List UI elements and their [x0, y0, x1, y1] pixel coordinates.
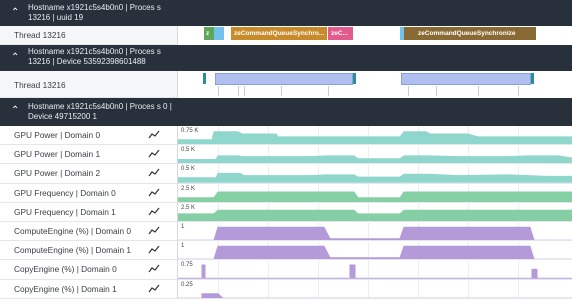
counter-track[interactable]: 0.25	[177, 279, 572, 299]
counter-area	[178, 191, 572, 202]
counter-row[interactable]: CopyEngine (%) | Domain 1 0.25	[0, 279, 572, 299]
thread-bar[interactable]	[215, 73, 353, 85]
counter-track[interactable]: 2.5 K	[177, 202, 572, 222]
group-header[interactable]: ⌃ Hostname x1921c5s4b0n0 | Proces s 1321…	[0, 45, 572, 71]
group-title: Hostname x1921c5s4b0n0 | Proces s 13216 …	[28, 47, 161, 66]
sparkline-icon[interactable]	[148, 226, 160, 236]
counter-area	[178, 226, 572, 241]
group-header[interactable]: ⌃ Hostname x1921c5s4b0n0 | Proces s 1321…	[0, 0, 572, 26]
group-header[interactable]: ⌃ Hostname x1921c5s4b0n0 | Proces s 0 | …	[0, 98, 572, 126]
counter-scale: 0.75 K	[181, 128, 199, 134]
marker[interactable]	[353, 73, 356, 84]
counter-label: GPU Frequency | Domain 1	[14, 206, 116, 217]
counter-label: GPU Power | Domain 1	[14, 149, 101, 160]
counter-scale: 0.5 K	[181, 166, 196, 173]
thread-row[interactable]: Thread 13216 z zeCommandQueueSynchro... …	[0, 26, 572, 45]
counter-area	[178, 292, 572, 298]
counter-label: GPU Frequency | Domain 0	[14, 187, 116, 198]
counter-track[interactable]: 0.75	[177, 260, 572, 280]
slice[interactable]: zeCommandQueueSynchronize	[404, 27, 536, 40]
counter-track[interactable]: 0.5 K	[177, 164, 572, 184]
counter-area	[178, 155, 572, 164]
group-title: Hostname x1921c5s4b0n0 | Proces s 0 | De…	[28, 102, 172, 121]
slice[interactable]	[214, 27, 224, 40]
thread-track[interactable]: z zeCommandQueueSynchro... zeC... zeComm…	[177, 26, 572, 45]
counter-area	[178, 264, 572, 279]
counter-label: GPU Power | Domain 2	[14, 168, 101, 179]
counter-scale: 2.5 K	[181, 204, 196, 211]
counter-scale: 1	[181, 224, 185, 230]
counter-area	[178, 173, 572, 183]
slice[interactable]: zeC...	[328, 27, 353, 40]
counter-track[interactable]: 1	[177, 241, 572, 261]
sparkline-icon[interactable]	[148, 284, 160, 294]
counter-scale: 0.75	[181, 262, 193, 269]
counter-label: GPU Power | Domain 0	[14, 130, 101, 140]
counter-label: CopyEngine (%) | Domain 0	[14, 264, 117, 275]
sparkline-icon[interactable]	[148, 245, 160, 255]
chevron-up-icon[interactable]: ⌃	[11, 51, 23, 65]
sparkline-icon[interactable]	[148, 149, 160, 159]
sparkline-icon[interactable]	[148, 207, 160, 217]
counter-scale: 1	[181, 243, 185, 250]
counter-row[interactable]: ComputeEngine (%) | Domain 1 1	[0, 241, 572, 261]
thread-label: Thread 13216	[14, 30, 66, 40]
thread-label: Thread 13216	[14, 80, 66, 90]
counter-label: ComputeEngine (%) | Domain 1	[14, 245, 131, 256]
sparkline-icon[interactable]	[148, 188, 160, 198]
marker[interactable]	[531, 73, 534, 84]
thread-bar[interactable]	[401, 73, 531, 85]
counter-scale: 0.5 K	[181, 147, 196, 154]
counter-scale: 0.25	[181, 281, 193, 288]
thread-track[interactable]	[177, 71, 572, 98]
counter-row[interactable]: CopyEngine (%) | Domain 0 0.75	[0, 260, 572, 280]
counter-track[interactable]: 1	[177, 222, 572, 242]
sparkline-icon[interactable]	[148, 264, 160, 274]
counter-row[interactable]: GPU Power | Domain 2 0.5 K	[0, 164, 572, 184]
counter-row[interactable]: GPU Power | Domain 1 0.5 K	[0, 145, 572, 165]
counter-row[interactable]: GPU Frequency | Domain 1 2.5 K	[0, 202, 572, 222]
chevron-up-icon[interactable]: ⌃	[11, 104, 23, 118]
marker[interactable]	[203, 73, 206, 84]
counter-scale: 2.5 K	[181, 185, 196, 192]
counter-area	[178, 209, 572, 221]
slice[interactable]: zeCommandQueueSynchro...	[231, 27, 327, 40]
counter-label: CopyEngine (%) | Domain 1	[14, 283, 117, 294]
counter-track[interactable]: 0.5 K	[177, 145, 572, 165]
sparkline-icon[interactable]	[148, 168, 160, 178]
counter-label: ComputeEngine (%) | Domain 0	[14, 226, 131, 236]
group-title: Hostname x1921c5s4b0n0 | Proces s 13216 …	[28, 3, 161, 22]
counter-row[interactable]: GPU Power | Domain 0 0.75 K	[0, 126, 572, 146]
counter-row[interactable]: ComputeEngine (%) | Domain 0 1	[0, 222, 572, 242]
thread-row[interactable]: Thread 13216	[0, 71, 572, 98]
counter-track[interactable]: 2.5 K	[177, 183, 572, 203]
counter-row[interactable]: GPU Frequency | Domain 0 2.5 K	[0, 183, 572, 203]
counter-area	[178, 131, 572, 145]
chevron-up-icon[interactable]: ⌃	[11, 6, 23, 20]
counter-area	[178, 245, 572, 260]
sparkline-icon[interactable]	[148, 130, 160, 140]
counter-track[interactable]: 0.75 K	[177, 126, 572, 146]
slice[interactable]: z	[204, 27, 214, 40]
